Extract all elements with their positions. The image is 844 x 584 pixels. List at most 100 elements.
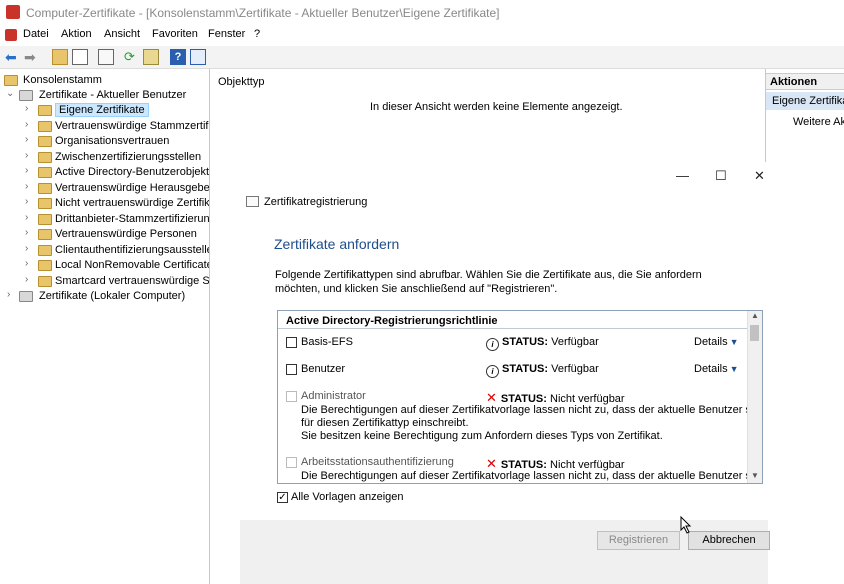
tree-item-label: Zwischenzertifizierungsstellen — [55, 150, 202, 163]
properties-icon[interactable] — [190, 49, 206, 65]
chevron-right-icon[interactable]: › — [25, 196, 28, 207]
refresh-icon[interactable]: ⟳ — [124, 49, 140, 65]
forward-icon[interactable]: ➡ — [24, 49, 40, 65]
tree-item-label: Vertrauenswürdige Herausgeber — [55, 181, 210, 194]
chevron-right-icon[interactable]: › — [25, 181, 28, 192]
menu-favoriten[interactable]: Favoriten — [152, 28, 198, 40]
checkbox-benutzer[interactable] — [286, 364, 297, 375]
dialog-heading: Zertifikate anfordern — [274, 236, 400, 252]
menu-ansicht[interactable]: Ansicht — [104, 28, 140, 40]
chevron-down-icon: ▼ — [729, 337, 739, 347]
cancel-button[interactable]: Abbrechen — [688, 531, 770, 550]
column-header-objekttyp[interactable]: Objekttyp — [218, 76, 264, 88]
menu-help[interactable]: ? — [254, 28, 260, 40]
divider — [278, 328, 748, 329]
tree-item[interactable]: › Vertrauenswürdige Herausgeber — [4, 181, 209, 196]
tree-item[interactable]: › Drittanbieter-Stammzertifizierung — [4, 212, 209, 227]
tree-item-label: Drittanbieter-Stammzertifizierung — [55, 212, 210, 225]
tree-item[interactable]: › Smartcard vertrauenswürdige Stäı — [4, 274, 209, 289]
policy-header: Active Directory-Registrierungsrichtlini… — [286, 315, 498, 327]
checkbox-administrator — [286, 391, 297, 402]
tree-user-store[interactable]: ⌄ Zertifikate - Aktueller Benutzer — [4, 88, 204, 103]
tree-item[interactable]: › Eigene Zertifikate — [4, 103, 209, 118]
scroll-up-icon: ▲ — [751, 311, 759, 320]
tree-item[interactable]: › Vertrauenswürdige Personen — [4, 227, 209, 242]
status: i STATUS: Verfügbar — [486, 336, 599, 351]
template-name: Benutzer — [301, 363, 346, 375]
folder-icon — [38, 260, 52, 271]
chevron-right-icon[interactable]: › — [25, 227, 28, 238]
register-button[interactable]: Registrieren — [597, 531, 680, 550]
folder-icon — [38, 105, 52, 116]
details-toggle[interactable]: Details ▼ — [694, 336, 739, 348]
chevron-right-icon[interactable]: › — [25, 258, 28, 269]
folder-icon — [38, 244, 52, 256]
certificate-store-icon — [19, 90, 33, 101]
actions-pane: Aktionen Eigene Zertifikate Weitere Akt — [765, 69, 844, 584]
actions-item-weitere-aktionen[interactable]: Weitere Akt — [793, 116, 844, 128]
maximize-icon[interactable]: ☐ — [715, 168, 727, 184]
copy-icon[interactable] — [98, 49, 114, 65]
menu-datei[interactable]: Datei — [23, 28, 49, 40]
tree-item-label: Vertrauenswürdige Personen — [55, 228, 197, 240]
dialog-title: Zertifikatregistrierung — [264, 196, 368, 208]
toolbar: ⬅ ➡ ⟳ ? — [0, 46, 844, 69]
certificate-template-list[interactable]: Active Directory-Registrierungsrichtlini… — [277, 310, 763, 484]
tree-item[interactable]: › Active Directory-Benutzerobjekt — [4, 165, 209, 180]
checkbox-arbeitsstationsauthentifizierung — [286, 457, 297, 468]
tree-item[interactable]: › Zwischenzertifizierungsstellen — [4, 150, 209, 165]
chevron-down-icon[interactable]: ⌄ — [6, 88, 14, 99]
close-icon[interactable]: ✕ — [754, 168, 765, 184]
list-item: Benutzer i STATUS: Verfügbar Details ▼ — [286, 363, 746, 378]
checkbox-basis-efs[interactable] — [286, 337, 297, 348]
chevron-down-icon: ▼ — [729, 364, 739, 374]
console-tree: Konsolenstamm ⌄ Zertifikate - Aktueller … — [0, 69, 210, 584]
help-icon[interactable]: ? — [170, 49, 186, 65]
menu-fenster[interactable]: Fenster — [208, 28, 245, 40]
tree-computer-store[interactable]: › Zertifikate (Lokaler Computer) — [4, 289, 204, 304]
mouse-cursor-icon — [680, 516, 692, 534]
tree-item[interactable]: › Clientauthentifizierungsaussteller — [4, 243, 209, 258]
chevron-right-icon[interactable]: › — [25, 212, 28, 223]
minimize-icon[interactable]: — — [676, 168, 689, 183]
tree-item[interactable]: › Organisationsvertrauen — [4, 134, 209, 149]
certificate-store-icon — [19, 291, 33, 302]
menu-aktion[interactable]: Aktion — [61, 28, 92, 40]
menu-bar: Datei Aktion Ansicht Favoriten Fenster ? — [0, 26, 844, 46]
chevron-right-icon[interactable]: › — [25, 103, 28, 114]
tree-item[interactable]: › Nicht vertrauenswürdige Zertifika — [4, 196, 209, 211]
actions-item-eigene-zertifikate[interactable]: Eigene Zertifikate — [766, 92, 844, 110]
show-hide-tree-icon[interactable] — [72, 49, 88, 65]
folder-icon — [38, 182, 52, 194]
up-icon[interactable] — [52, 49, 68, 65]
tree-item-label: Nicht vertrauenswürdige Zertifika — [55, 197, 210, 209]
chevron-right-icon[interactable]: › — [25, 243, 28, 254]
folder-icon — [38, 151, 52, 163]
chevron-right-icon[interactable]: › — [7, 289, 10, 300]
chevron-right-icon[interactable]: › — [25, 165, 28, 176]
tree-item[interactable]: › Vertrauenswürdige Stammzertifi — [4, 119, 209, 134]
tree-item[interactable]: › Local NonRemovable Certificates — [4, 258, 209, 273]
show-all-checkbox[interactable]: ✓ — [277, 492, 288, 503]
chevron-right-icon[interactable]: › — [25, 150, 28, 161]
folder-icon — [4, 75, 18, 86]
show-all-templates[interactable]: ✓ Alle Vorlagen anzeigen — [277, 491, 437, 506]
template-description: für diesen Zertifikattyp einschreibt. — [301, 417, 469, 429]
details-toggle[interactable]: Details ▼ — [694, 363, 739, 375]
tree-root[interactable]: Konsolenstamm — [4, 73, 204, 88]
template-description: Die Berechtigungen auf dieser Zertifikat… — [301, 470, 763, 482]
chevron-right-icon[interactable]: › — [25, 274, 28, 285]
chevron-right-icon[interactable]: › — [25, 134, 28, 145]
export-icon[interactable] — [143, 49, 159, 65]
chevron-right-icon[interactable]: › — [25, 119, 28, 130]
list-item: Basis-EFS i STATUS: Verfügbar Details ▼ — [286, 336, 746, 351]
dialog-description: Folgende Zertifikattypen sind abrufbar. … — [275, 269, 702, 295]
template-name: Basis-EFS — [301, 336, 353, 348]
folder-icon — [38, 120, 52, 132]
back-icon[interactable]: ⬅ — [5, 49, 21, 65]
info-icon: i — [486, 338, 499, 351]
error-icon: ✕ — [486, 390, 497, 405]
tree-item-label: Local NonRemovable Certificates — [55, 259, 210, 271]
console-icon[interactable] — [5, 29, 17, 41]
scrollbar[interactable]: ▲ ▼ — [747, 311, 762, 483]
